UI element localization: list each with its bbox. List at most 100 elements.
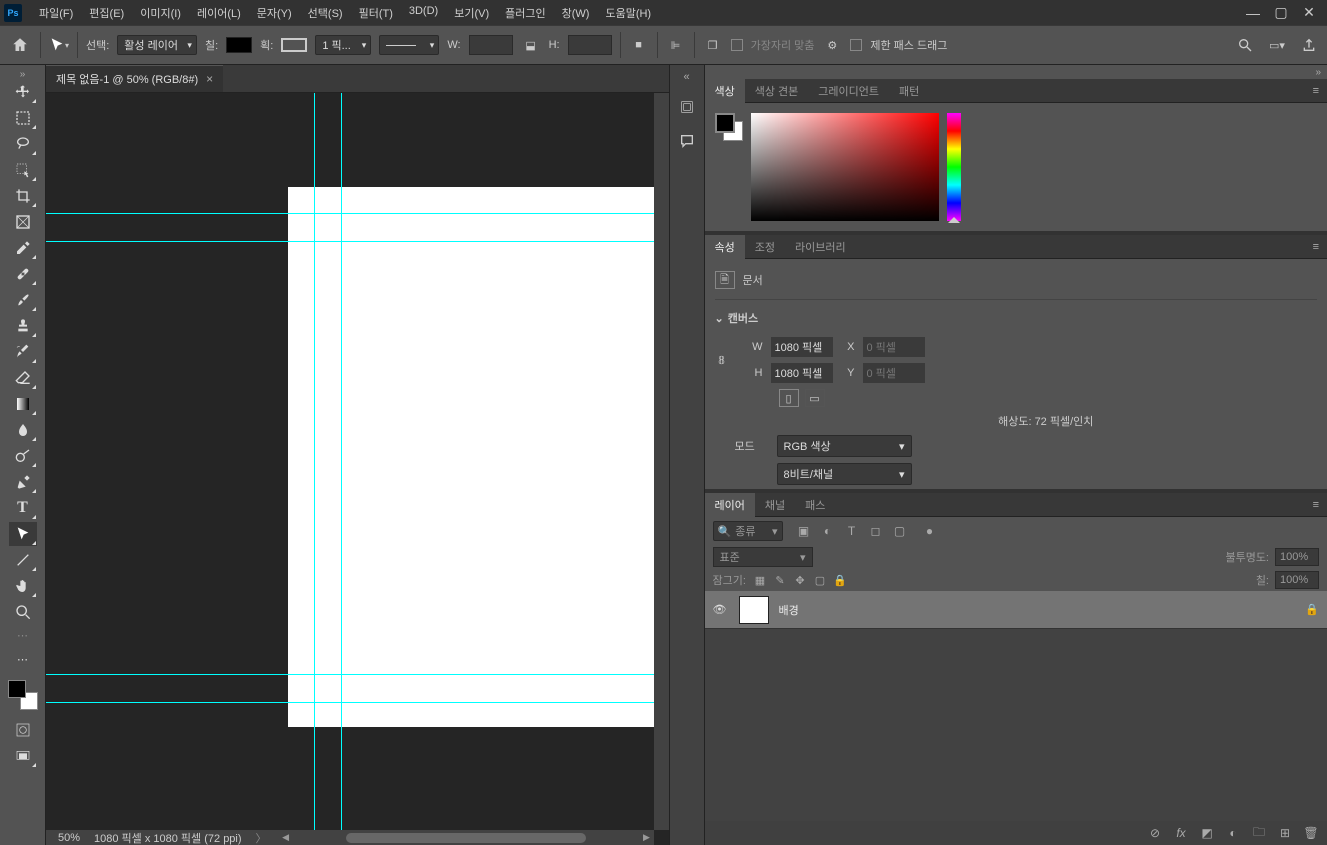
tool-expand[interactable]: » [0,69,45,79]
close-button[interactable]: ✕ [1295,3,1323,23]
adjustments-tab[interactable]: 조정 [745,235,785,259]
align-icon[interactable]: ⊫ [666,35,686,55]
move-tool[interactable] [9,80,37,104]
adjustment-layer-icon[interactable]: ◐ [1225,825,1241,841]
frame-tool[interactable] [9,210,37,234]
width-input[interactable] [469,35,513,55]
delete-layer-icon[interactable]: 🗑 [1303,825,1319,841]
menu-file[interactable]: 파일(F) [32,2,80,24]
menu-3d[interactable]: 3D(D) [402,2,445,24]
guide-vertical[interactable] [314,93,315,830]
menu-plugin[interactable]: 플러그인 [498,2,552,24]
fill-input[interactable]: 100% [1275,571,1319,589]
guide-horizontal[interactable] [46,213,654,214]
lock-move-icon[interactable]: ✥ [792,572,808,588]
arrange-icon[interactable]: ❐ [703,35,723,55]
patterns-tab[interactable]: 패턴 [889,79,929,103]
guide-horizontal[interactable] [46,241,654,242]
search-icon[interactable] [1235,35,1255,55]
layer-filter-select[interactable]: 🔍종류▾ [713,521,783,541]
horizontal-scrollbar[interactable]: 50% 1080 픽셀 x 1080 픽셀 (72 ppi) 〉 ◀ ▶ [46,830,654,845]
layers-tab[interactable]: 레이어 [705,493,755,517]
canvas-viewport[interactable]: 50% 1080 픽셀 x 1080 픽셀 (72 ppi) 〉 ◀ ▶ [46,93,669,845]
swatches-tab[interactable]: 색상 견본 [745,79,809,103]
guide-horizontal[interactable] [46,674,654,675]
opacity-input[interactable]: 100% [1275,548,1319,566]
color-swatches[interactable] [8,680,38,710]
layer-mask-icon[interactable]: ◩ [1199,825,1215,841]
quick-mask-tool[interactable] [9,718,37,742]
canvas-width-input[interactable] [771,337,833,357]
channels-tab[interactable]: 채널 [755,493,795,517]
layer-lock-icon[interactable]: 🔒 [1305,603,1319,616]
collapse-expand-icon[interactable]: « [683,71,689,83]
filter-smart-icon[interactable]: ▢ [891,522,909,540]
scroll-right-icon[interactable]: ▶ [640,831,654,845]
dodge-tool[interactable] [9,444,37,468]
path-operations-icon[interactable]: ■ [629,35,649,55]
hand-tool[interactable] [9,574,37,598]
filter-shape-icon[interactable]: ◻ [867,522,885,540]
landscape-icon[interactable]: ▭ [805,389,825,407]
screen-mode-tool[interactable] [9,744,37,768]
comments-panel-icon[interactable] [676,131,698,151]
canvas-height-input[interactable] [771,363,833,383]
share-icon[interactable] [1299,35,1319,55]
layer-style-icon[interactable]: fx [1173,825,1189,841]
path-select-tool[interactable] [9,522,37,546]
tab-close-icon[interactable]: × [206,72,213,86]
home-button[interactable] [8,33,32,57]
panel-menu-icon[interactable]: ≡ [1305,241,1327,253]
color-field[interactable] [751,113,939,221]
menu-select[interactable]: 선택(S) [301,2,350,24]
eraser-tool[interactable] [9,366,37,390]
paths-tab[interactable]: 패스 [795,493,835,517]
visibility-icon[interactable]: 👁 [713,603,729,616]
edges-checkbox[interactable] [731,39,743,51]
document-tab[interactable]: 제목 없음-1 @ 50% (RGB/8#) × [46,65,223,92]
edit-toolbar[interactable]: ⋯ [9,647,37,671]
zoom-tool[interactable] [9,600,37,624]
color-swatches[interactable] [715,113,743,141]
menu-window[interactable]: 창(W) [555,2,597,24]
layer-thumbnail[interactable] [739,596,769,624]
color-tab[interactable]: 색상 [705,79,745,103]
guide-vertical[interactable] [341,93,342,830]
brush-tool[interactable] [9,288,37,312]
menu-type[interactable]: 문자(Y) [250,2,299,24]
history-panel-icon[interactable] [676,97,698,117]
pen-tool[interactable] [9,470,37,494]
marquee-tool[interactable] [9,106,37,130]
canvas[interactable] [288,187,669,727]
panel-menu-icon[interactable]: ≡ [1305,85,1327,97]
lock-position-icon[interactable]: ✎ [772,572,788,588]
line-tool[interactable] [9,548,37,572]
gear-icon[interactable]: ⚙ [822,35,842,55]
properties-tab[interactable]: 속성 [705,235,745,259]
workspace-icon[interactable]: ▭▾ [1267,35,1287,55]
scroll-left-icon[interactable]: ◀ [279,831,293,845]
gradients-tab[interactable]: 그레이디언트 [808,79,889,103]
filter-pixel-icon[interactable]: ▣ [795,522,813,540]
bit-depth-select[interactable]: 8비트/채널▾ [777,463,912,485]
eyedropper-tool[interactable] [9,236,37,260]
menu-help[interactable]: 도움말(H) [598,2,658,24]
quick-select-tool[interactable] [9,158,37,182]
menu-filter[interactable]: 필터(T) [352,2,400,24]
libraries-tab[interactable]: 라이브러리 [785,235,856,259]
canvas-section-toggle[interactable]: ⌄캔버스 [715,308,1318,334]
minimize-button[interactable]: — [1239,3,1267,23]
menu-image[interactable]: 이미지(I) [133,2,188,24]
maximize-button[interactable]: ▢ [1267,3,1295,23]
new-layer-icon[interactable]: ⊞ [1277,825,1293,841]
filter-type-icon[interactable]: T [843,522,861,540]
stroke-width-dropdown[interactable]: 1 픽... [315,35,371,55]
canvas-y-input[interactable] [863,363,925,383]
stroke-style-dropdown[interactable] [379,35,439,55]
scroll-thumb[interactable] [346,833,586,843]
vertical-scrollbar[interactable] [654,93,669,830]
layer-name[interactable]: 배경 [779,602,799,618]
lock-pixels-icon[interactable]: ▦ [752,572,768,588]
zoom-level[interactable]: 50% [58,832,80,844]
portrait-icon[interactable]: ▯ [779,389,799,407]
